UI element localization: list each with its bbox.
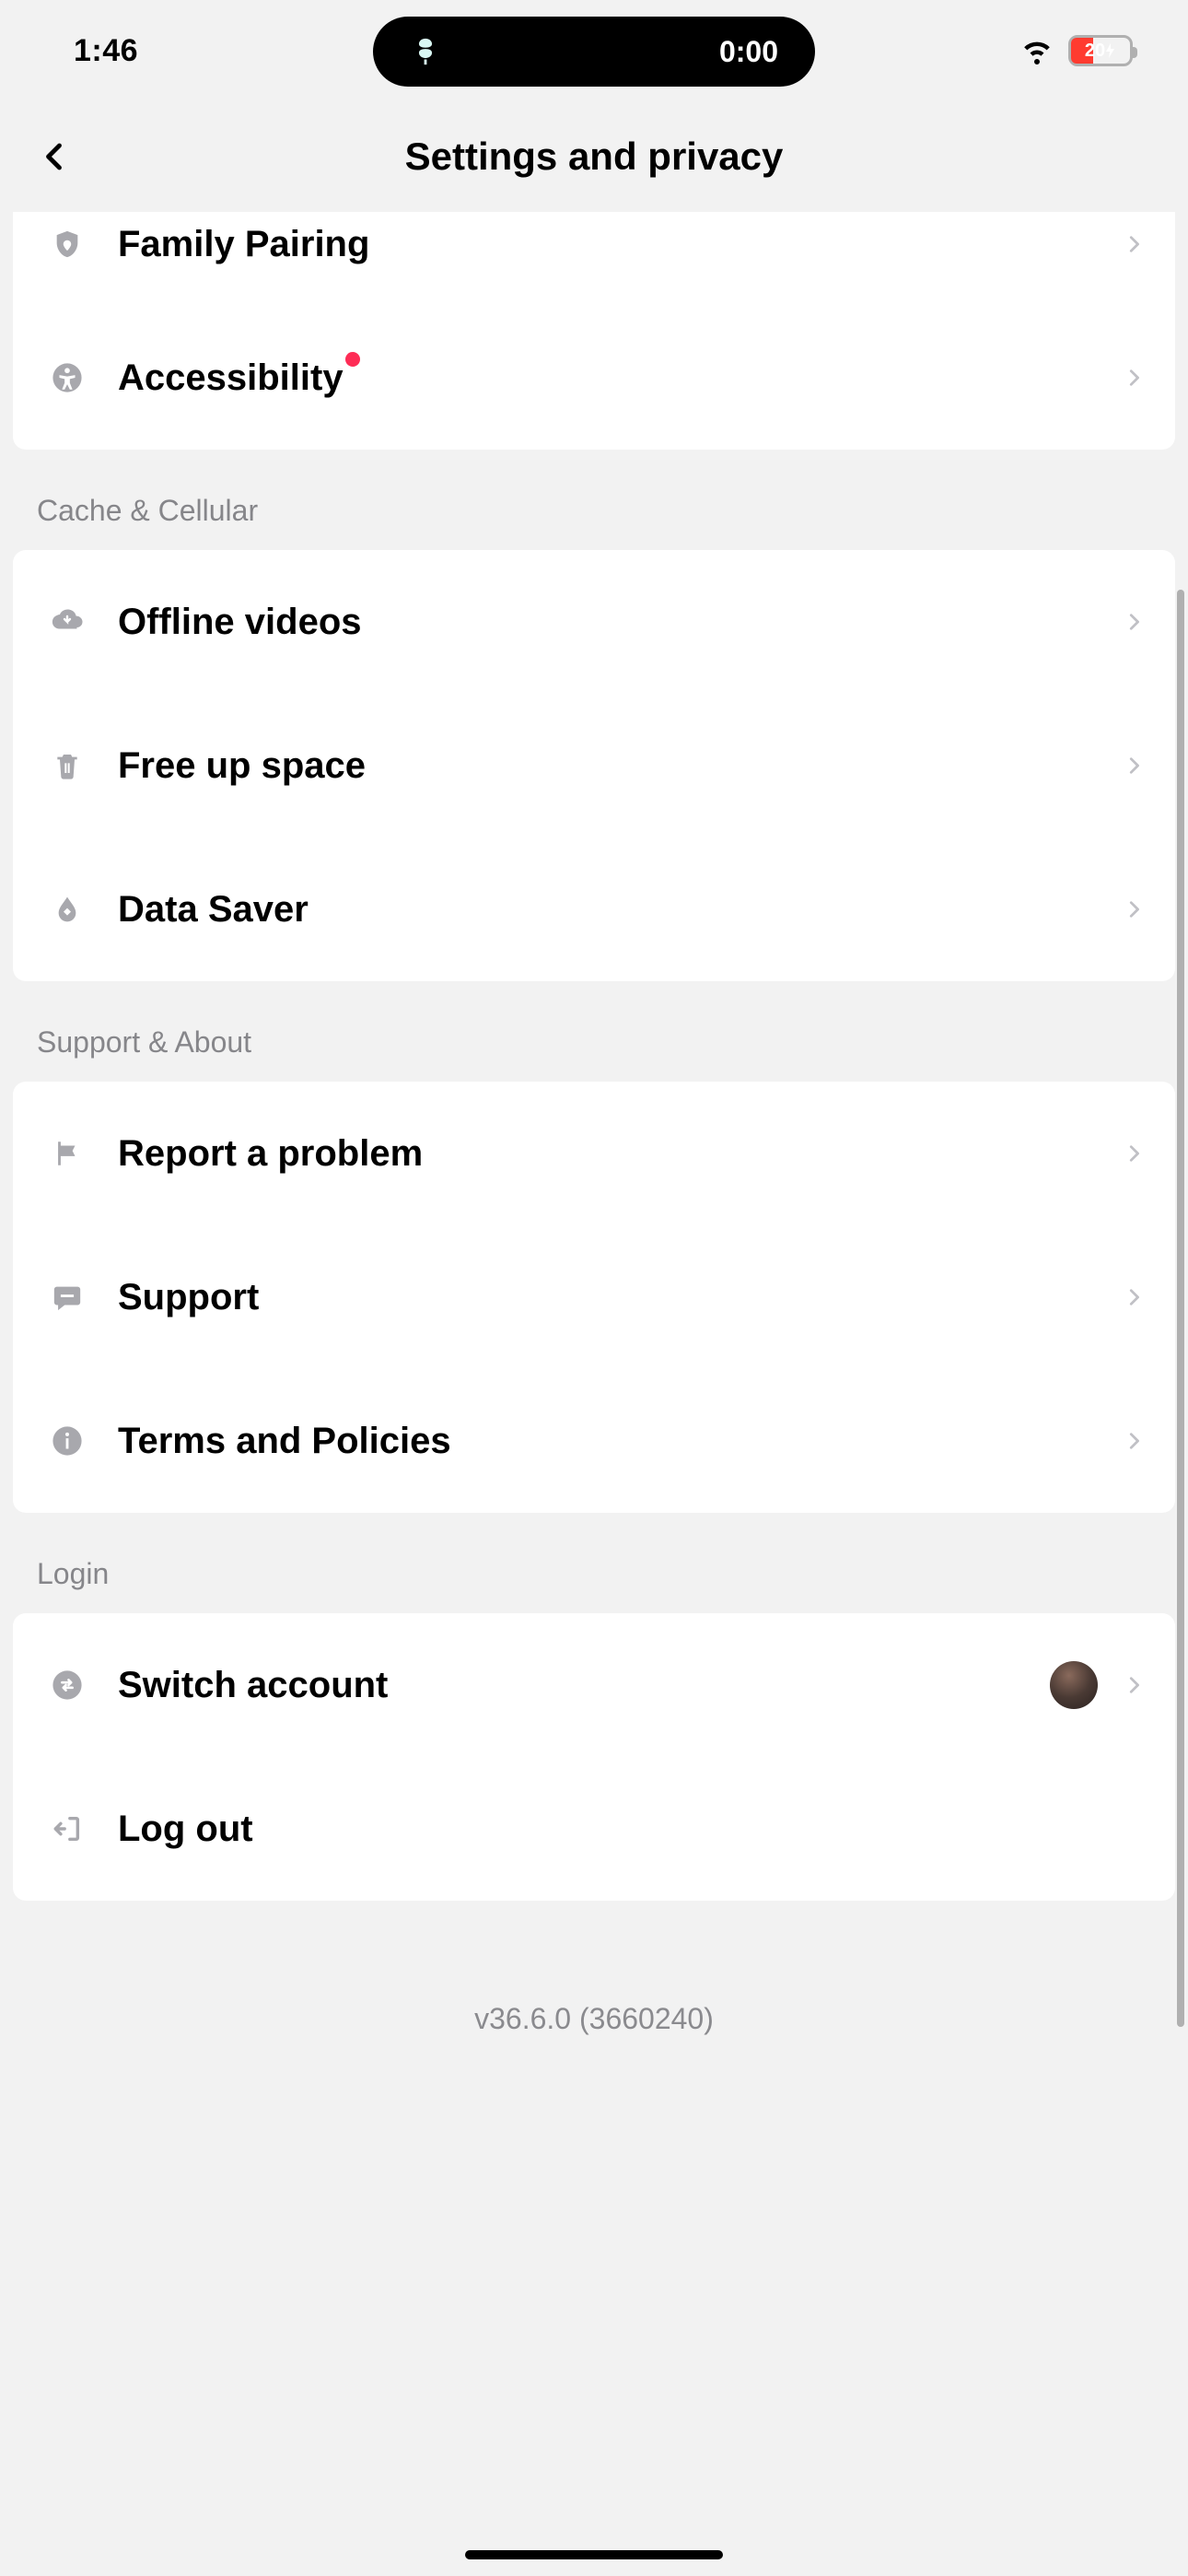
row-terms-policies[interactable]: Terms and Policies — [13, 1369, 1175, 1513]
scroll-indicator[interactable] — [1177, 590, 1184, 2027]
row-free-up-space[interactable]: Free up space — [13, 694, 1175, 837]
row-support[interactable]: Support — [13, 1225, 1175, 1369]
flag-icon — [44, 1130, 90, 1177]
status-time: 1:46 — [74, 33, 138, 69]
status-bar: 1:46 0:00 20 — [0, 0, 1188, 101]
chevron-right-icon — [1124, 606, 1144, 638]
swap-icon — [44, 1662, 90, 1708]
chevron-right-icon — [1124, 1282, 1144, 1313]
chevron-right-icon — [1124, 1425, 1144, 1457]
content: Family Pairing Accessibility Cache & Cel… — [0, 212, 1188, 2036]
row-log-out[interactable]: Log out — [13, 1757, 1175, 1901]
page-header: Settings and privacy — [0, 101, 1188, 212]
heart-shield-icon — [44, 221, 90, 267]
page-title: Settings and privacy — [405, 135, 784, 179]
chevron-left-icon — [39, 135, 72, 178]
chevron-right-icon — [1124, 1669, 1144, 1701]
avatar — [1050, 1661, 1098, 1709]
row-label: Switch account — [118, 1665, 1050, 1706]
row-label: Log out — [118, 1809, 1144, 1850]
section-header-login: Login — [0, 1513, 1188, 1613]
logout-icon — [44, 1806, 90, 1852]
island-timer: 0:00 — [719, 35, 778, 69]
row-data-saver[interactable]: Data Saver — [13, 837, 1175, 981]
back-button[interactable] — [28, 129, 83, 184]
wifi-icon — [1020, 34, 1054, 67]
settings-group-content: Family Pairing Accessibility — [13, 212, 1175, 450]
battery-percent: 20 — [1071, 38, 1130, 64]
cloud-download-icon — [44, 599, 90, 645]
row-offline-videos[interactable]: Offline videos — [13, 550, 1175, 694]
settings-group-login: Switch account Log out — [13, 1613, 1175, 1901]
settings-group-support: Report a problem Support Terms and Polic… — [13, 1082, 1175, 1513]
row-label: Support — [118, 1277, 1124, 1318]
row-label: Report a problem — [118, 1133, 1124, 1175]
dynamic-island[interactable]: 0:00 — [373, 17, 815, 87]
row-label: Accessibility — [118, 357, 1124, 399]
row-switch-account[interactable]: Switch account — [13, 1613, 1175, 1757]
info-icon — [44, 1418, 90, 1464]
row-label: Terms and Policies — [118, 1421, 1124, 1462]
settings-group-cache: Offline videos Free up space Data Saver — [13, 550, 1175, 981]
row-label: Offline videos — [118, 602, 1124, 643]
status-right: 20 — [1020, 34, 1133, 67]
chat-icon — [44, 1274, 90, 1320]
row-label: Free up space — [118, 745, 1124, 787]
home-indicator[interactable] — [465, 2550, 723, 2559]
row-family-pairing[interactable]: Family Pairing — [13, 212, 1175, 306]
chevron-right-icon — [1124, 1138, 1144, 1169]
section-header-support: Support & About — [0, 981, 1188, 1082]
trash-icon — [44, 743, 90, 789]
row-report-problem[interactable]: Report a problem — [13, 1082, 1175, 1225]
notification-dot — [345, 352, 360, 367]
plant-icon — [410, 36, 441, 67]
chevron-right-icon — [1124, 362, 1144, 393]
chevron-right-icon — [1124, 894, 1144, 925]
chevron-right-icon — [1124, 228, 1144, 260]
row-label: Family Pairing — [118, 224, 1124, 265]
section-header-cache: Cache & Cellular — [0, 450, 1188, 550]
battery-icon: 20 — [1068, 35, 1133, 66]
version-text: v36.6.0 (3660240) — [0, 2002, 1188, 2036]
row-label: Data Saver — [118, 889, 1124, 931]
droplet-icon — [44, 886, 90, 932]
row-accessibility[interactable]: Accessibility — [13, 306, 1175, 450]
chevron-right-icon — [1124, 750, 1144, 781]
accessibility-icon — [44, 355, 90, 401]
